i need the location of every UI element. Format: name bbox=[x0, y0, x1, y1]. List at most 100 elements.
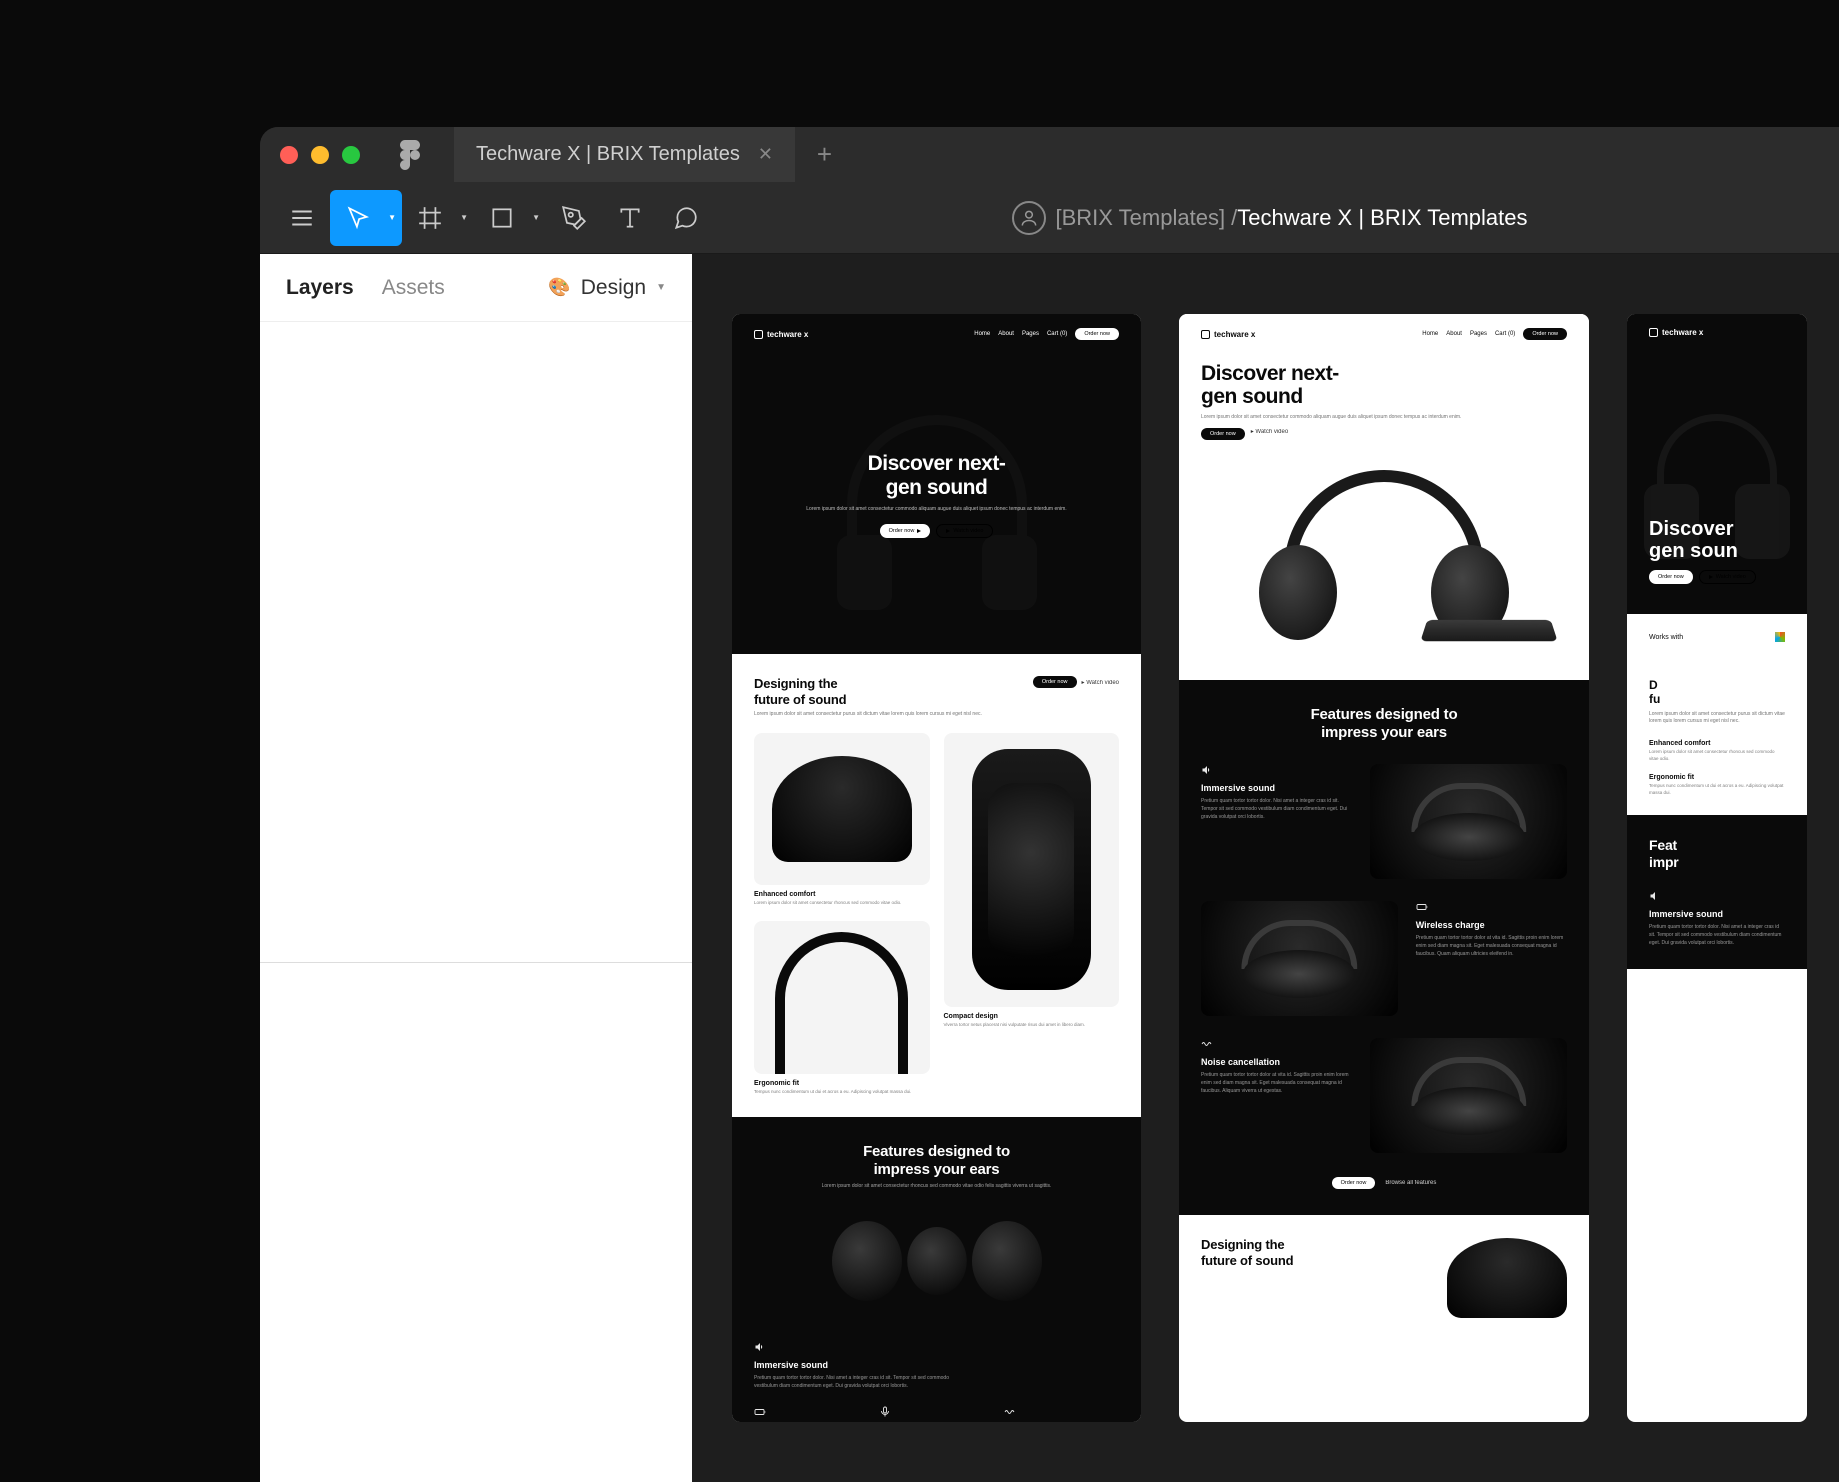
hero-order-button: Order now bbox=[880, 524, 931, 538]
feature-row-immersive: Immersive sound Pretium quam tortor tort… bbox=[1201, 764, 1567, 879]
hero-watch-button: Watch video bbox=[936, 524, 993, 538]
close-tab-icon[interactable]: ✕ bbox=[758, 144, 773, 165]
template-logo: techware x bbox=[1201, 330, 1255, 339]
features-subtitle: Lorem ipsum dolor sit amet consectetur r… bbox=[754, 1183, 1119, 1191]
nav-cart: Cart (0) bbox=[1495, 331, 1515, 337]
breadcrumb-file: Techware X | BRIX Templates bbox=[1237, 205, 1527, 230]
template-nav: techware x Home About Pages Cart (0) Ord… bbox=[1201, 328, 1567, 340]
hero-cta: Order now ▸ Watch video bbox=[1201, 428, 1567, 440]
feature-grid: Enhanced comfort Lorem ipsum dolor sit a… bbox=[754, 733, 1119, 1096]
wave-icon bbox=[1201, 1038, 1213, 1050]
section-features: Features designed toimpress your ears Lo… bbox=[732, 1117, 1141, 1422]
works-with-label: Works with bbox=[1649, 634, 1683, 641]
section-hero-light: Discover next-gen sound Lorem ipsum dolo… bbox=[1179, 340, 1589, 680]
feat-title: Immersive sound bbox=[1201, 783, 1352, 793]
play-icon bbox=[946, 529, 950, 533]
section-hero-dark: techware x Home About Pages Cart (0) Ord… bbox=[732, 314, 1141, 654]
titlebar: Techware X | BRIX Templates ✕ + bbox=[260, 127, 1839, 182]
feature-image bbox=[754, 921, 930, 1074]
pages-dropdown[interactable]: 🎨 Design ▼ bbox=[548, 276, 666, 300]
nav-home: Home bbox=[1422, 331, 1438, 337]
pen-tool[interactable] bbox=[546, 190, 602, 246]
figma-app-window: Techware X | BRIX Templates ✕ + ▼ ▼ ▼ bbox=[260, 127, 1839, 1482]
menu-button[interactable] bbox=[274, 190, 330, 246]
file-tab[interactable]: Techware X | BRIX Templates ✕ bbox=[454, 127, 795, 182]
comment-tool[interactable] bbox=[658, 190, 714, 246]
order-button: Order now bbox=[1033, 676, 1077, 688]
layers-list[interactable] bbox=[260, 322, 692, 1482]
feature-card-ergonomic: Ergonomic fit Tempus nunc condimentum ut… bbox=[754, 921, 930, 1095]
logo-mark-icon bbox=[754, 330, 763, 339]
features-title: Featimpr bbox=[1649, 837, 1785, 871]
order-button: Order now bbox=[1649, 570, 1693, 584]
feature-row-wireless: Wireless charge Pretium quam tortor tort… bbox=[1201, 901, 1567, 1016]
nav-about: About bbox=[998, 331, 1014, 337]
toolbar: ▼ ▼ ▼ [BRIX Templates] /Techware X | BRI… bbox=[260, 182, 1839, 254]
watch-button: Watch video bbox=[1699, 570, 1756, 584]
user-avatar-icon[interactable] bbox=[1012, 201, 1046, 235]
feat-title: Noise cancellation bbox=[1201, 1057, 1352, 1067]
mini-card-noise: Noise cancellation Lorem ipsum dolor sit… bbox=[1004, 1406, 1119, 1422]
tab-layers[interactable]: Layers bbox=[286, 276, 354, 300]
artboard-home-v2[interactable]: techware x Home About Pages Cart (0) Ord… bbox=[1179, 314, 1589, 1422]
tab-title: Techware X | BRIX Templates bbox=[476, 143, 740, 166]
battery-icon bbox=[1416, 901, 1428, 913]
case-illustration bbox=[972, 749, 1091, 990]
nav-order-button: Order now bbox=[1075, 328, 1119, 340]
maximize-window-button[interactable] bbox=[342, 146, 360, 164]
feat-desc: Pretium quam tortor tortor dolor. Nisi a… bbox=[1649, 923, 1785, 947]
exploded-view-illustration bbox=[754, 1191, 1119, 1331]
watch-link: ▸ Watch video bbox=[1082, 679, 1119, 686]
works-with-row: Works with bbox=[1627, 614, 1807, 660]
section-hero-dark: techware x Discovergen soun Order now Wa… bbox=[1627, 314, 1807, 614]
pages-label: Design bbox=[581, 276, 646, 300]
feature-image bbox=[1370, 1038, 1567, 1153]
feature-desc: Lorem ipsum dolor sit amet consectetur r… bbox=[1649, 749, 1785, 763]
earcup-illustration bbox=[1259, 545, 1337, 640]
feature-card-compact: Compact design Viverra tortor netus plac… bbox=[944, 733, 1120, 1096]
feature-image bbox=[1370, 764, 1567, 879]
figma-logo-icon[interactable] bbox=[400, 137, 424, 173]
play-icon bbox=[1709, 575, 1713, 579]
nav-home: Home bbox=[974, 331, 990, 337]
shape-tool[interactable]: ▼ bbox=[474, 190, 546, 246]
chevron-down-icon: ▼ bbox=[388, 213, 396, 222]
nav-cart: Cart (0) bbox=[1047, 331, 1067, 337]
artboard-home-v3[interactable]: techware x Discovergen soun Order now Wa… bbox=[1627, 314, 1807, 1422]
feature-desc: Tempus nunc condimentum ut dui et acros … bbox=[754, 1089, 930, 1096]
battery-icon bbox=[754, 1406, 766, 1418]
mini-card-voice: Voice assistance Tempor nunc condimentum… bbox=[879, 1406, 994, 1422]
feature-triple-grid: Wireless charge Tempus nunc condimentum … bbox=[754, 1406, 1119, 1422]
feature-card-comfort: Enhanced comfort Lorem ipsum dolor sit a… bbox=[754, 733, 930, 907]
brand-name: techware x bbox=[767, 330, 808, 339]
feature-image bbox=[1201, 901, 1398, 1016]
feat-desc: Pretium quam tortor tortor dolor. Nisi a… bbox=[1201, 797, 1352, 821]
template-logo: techware x bbox=[754, 330, 808, 339]
artboard-home-v1[interactable]: techware x Home About Pages Cart (0) Ord… bbox=[732, 314, 1141, 1422]
section-designing: Designing thefuture of sound Lorem ipsum… bbox=[732, 654, 1141, 1117]
window-controls bbox=[280, 146, 360, 164]
canvas[interactable]: techware x Home About Pages Cart (0) Ord… bbox=[692, 254, 1839, 1482]
move-tool[interactable]: ▼ bbox=[330, 190, 402, 246]
hero-subtitle: Lorem ipsum dolor sit amet consectetur c… bbox=[776, 506, 1097, 514]
frame-tool[interactable]: ▼ bbox=[402, 190, 474, 246]
mini-card-wireless: Wireless charge Tempus nunc condimentum … bbox=[754, 1406, 869, 1422]
hero: Discover next-gen sound Lorem ipsum dolo… bbox=[754, 340, 1119, 640]
tab-assets[interactable]: Assets bbox=[382, 276, 445, 300]
section-designing-3: Dfu Lorem ipsum dolor sit amet consectet… bbox=[1627, 660, 1807, 815]
chevron-down-icon: ▼ bbox=[460, 213, 468, 222]
nav-about: About bbox=[1446, 331, 1462, 337]
headphone-illustration bbox=[1395, 779, 1543, 865]
chevron-down-icon: ▼ bbox=[532, 213, 540, 222]
close-window-button[interactable] bbox=[280, 146, 298, 164]
breadcrumb[interactable]: [BRIX Templates] /Techware X | BRIX Temp… bbox=[1056, 205, 1528, 231]
nav-order-button: Order now bbox=[1523, 328, 1567, 340]
feature-row-noise: Noise cancellation Pretium quam tortor t… bbox=[1201, 1038, 1567, 1153]
feature-desc: Lorem ipsum dolor sit amet consectetur r… bbox=[754, 900, 930, 907]
minimize-window-button[interactable] bbox=[311, 146, 329, 164]
feat-desc: Pretium quam tortor tortor dolor at vita… bbox=[1201, 1071, 1352, 1095]
text-tool[interactable] bbox=[602, 190, 658, 246]
feature-title: Ergonomic fit bbox=[754, 1080, 930, 1087]
new-tab-button[interactable]: + bbox=[795, 127, 854, 182]
section-designing-2: Designing thefuture of sound bbox=[1179, 1215, 1589, 1320]
